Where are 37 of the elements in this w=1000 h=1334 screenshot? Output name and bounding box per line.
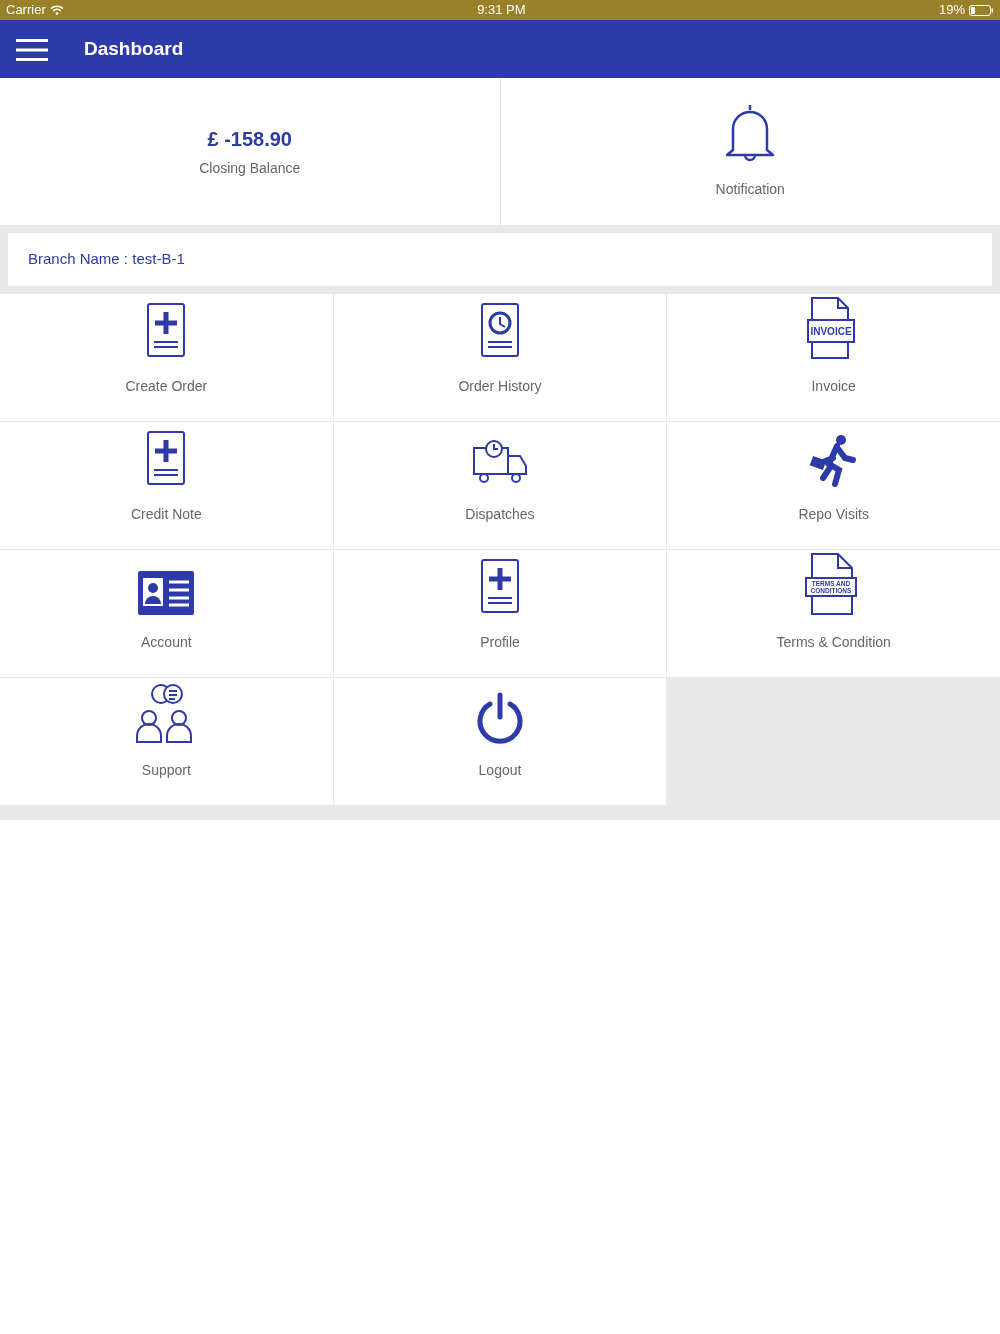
notification-card[interactable]: Notification: [500, 78, 1000, 225]
balance-label: Closing Balance: [199, 159, 301, 178]
running-figure-icon: [808, 434, 859, 488]
bell-icon: [725, 103, 776, 163]
tile-label: Logout: [478, 761, 522, 780]
menu-tile[interactable]: Logout: [333, 678, 667, 805]
tile-label: Credit Note: [130, 505, 202, 524]
menu-tile[interactable]: Repo Visits: [667, 422, 1000, 549]
tile-label: Create Order: [125, 377, 208, 396]
wifi-icon: [49, 5, 64, 15]
balance-amount: £ -158.90: [207, 127, 292, 152]
menu-tile[interactable]: Credit Note: [0, 422, 333, 549]
tile-label: Support: [141, 761, 191, 780]
tile-label: Dispatches: [465, 505, 535, 524]
tile-label: Repo Visits: [798, 505, 869, 524]
menu-tile[interactable]: Support: [0, 678, 333, 805]
menu-tile[interactable]: INVOICE Invoice: [667, 294, 1000, 421]
menu-button[interactable]: [16, 37, 48, 61]
battery-icon: [969, 4, 994, 16]
carrier-text: Carrier: [6, 1, 46, 20]
menu-tile[interactable]: Profile: [333, 550, 667, 677]
tile-label: Order History: [458, 377, 542, 396]
menu-tile[interactable]: Order History: [333, 294, 667, 421]
page-title: Dashboard: [84, 36, 184, 61]
id-card-icon: [137, 570, 196, 616]
notification-label: Notification: [715, 180, 785, 199]
tile-label: Invoice: [811, 377, 856, 396]
tile-label: Terms & Condition: [776, 633, 891, 652]
tile-label: Account: [141, 633, 192, 652]
battery-text: 19%: [938, 1, 965, 20]
menu-tile[interactable]: Account: [0, 550, 333, 677]
tile-label: Profile: [480, 633, 520, 652]
clock-text: 9:31 PM: [477, 1, 526, 20]
branch-name: Branch Name : test-B-1: [28, 249, 185, 270]
menu-tile[interactable]: Create Order: [0, 294, 333, 421]
power-icon: [475, 692, 525, 744]
menu-tile[interactable]: Dispatches: [333, 422, 667, 549]
